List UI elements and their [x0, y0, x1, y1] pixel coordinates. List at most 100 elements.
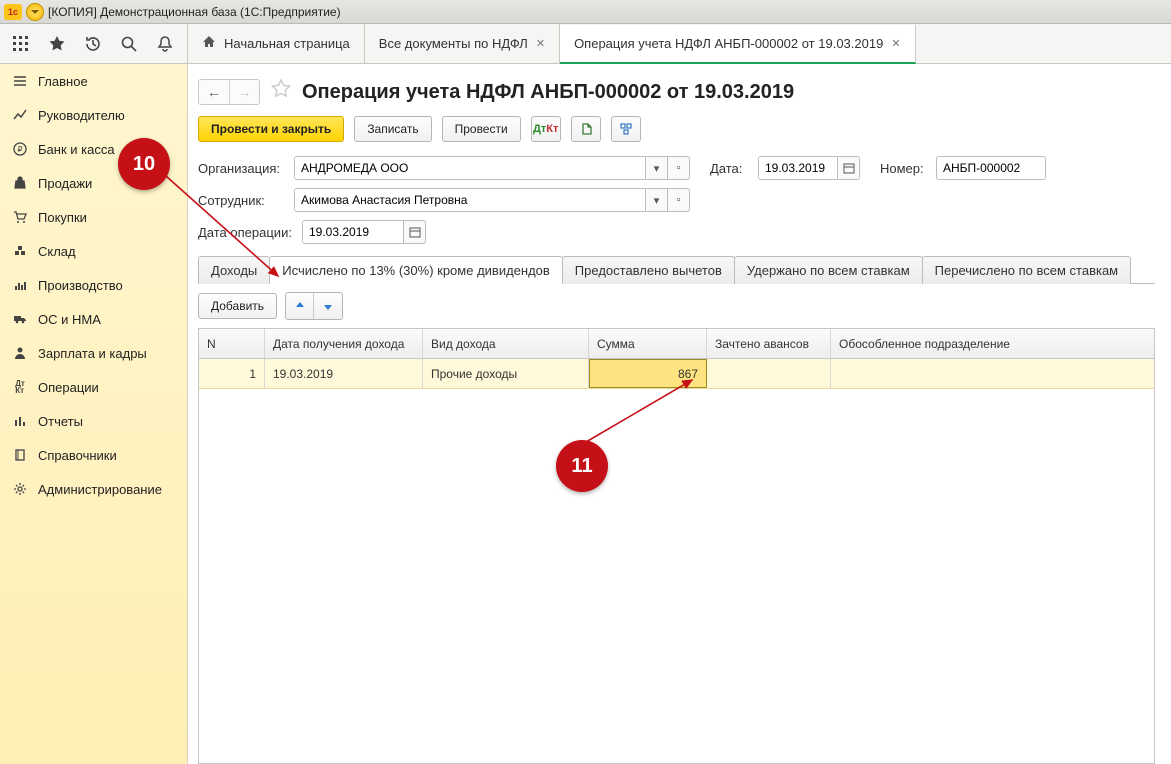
- open-ref-icon[interactable]: ▫: [668, 156, 690, 180]
- sidebar-item-reports[interactable]: Отчеты: [0, 404, 187, 438]
- document-title: Операция учета НДФЛ АНБП-000002 от 19.03…: [302, 81, 794, 104]
- apps-grid-icon[interactable]: [10, 33, 32, 55]
- bars-icon: [12, 413, 28, 429]
- row-organization: Организация: АНДРОМЕДА ООО ▾ ▫ Дата: 19.…: [188, 152, 1171, 184]
- sidebar-item-main[interactable]: Главное: [0, 64, 187, 98]
- document-tabs: Начальная страница Все документы по НДФЛ…: [188, 24, 1171, 63]
- sidebar-item-production[interactable]: Производство: [0, 268, 187, 302]
- cell-n[interactable]: 1: [199, 359, 265, 388]
- menu-lines-icon: [12, 73, 28, 89]
- person-icon: [12, 345, 28, 361]
- annotation-arrow-10: [162, 172, 292, 292]
- chart-up-icon: [12, 107, 28, 123]
- bell-icon[interactable]: [154, 33, 176, 55]
- row-employee: Сотрудник: Акимова Анастасия Петровна ▾ …: [188, 184, 1171, 216]
- col-sum[interactable]: Сумма: [589, 329, 707, 358]
- itab-transferred[interactable]: Перечислено по всем ставкам: [922, 256, 1131, 284]
- gear-icon: [12, 481, 28, 497]
- cell-date[interactable]: 19.03.2019: [265, 359, 423, 388]
- factory-icon: [12, 277, 28, 293]
- itab-deductions[interactable]: Предоставлено вычетов: [562, 256, 735, 284]
- window-title: [КОПИЯ] Демонстрационная база (1С:Предпр…: [48, 5, 341, 19]
- calendar-icon[interactable]: [404, 220, 426, 244]
- attach-button[interactable]: [571, 116, 601, 142]
- history-icon[interactable]: [82, 33, 104, 55]
- tab-all-docs-label: Все документы по НДФЛ: [379, 36, 528, 51]
- dtkt-button[interactable]: ДтКт: [531, 116, 561, 142]
- close-icon[interactable]: ✕: [891, 37, 900, 50]
- sidebar-label: Продажи: [38, 176, 92, 191]
- sidebar-label: Администрирование: [38, 482, 162, 497]
- nav-back-forward: ← →: [198, 79, 260, 105]
- col-dep[interactable]: Обособленное подразделение: [831, 329, 1154, 358]
- employee-input[interactable]: Акимова Анастасия Петровна: [294, 188, 646, 212]
- row-opdate: Дата операции: 19.03.2019: [188, 216, 1171, 248]
- svg-text:₽: ₽: [17, 145, 22, 154]
- tab-current-doc[interactable]: Операция учета НДФЛ АНБП-000002 от 19.03…: [560, 25, 915, 64]
- app-menu-dropdown-icon[interactable]: [26, 3, 44, 21]
- close-icon[interactable]: ✕: [536, 37, 545, 50]
- book-icon: [12, 447, 28, 463]
- dropdown-icon[interactable]: ▾: [646, 188, 668, 212]
- sidebar-label: Склад: [38, 244, 76, 259]
- itab-calc13[interactable]: Исчислено по 13% (30%) кроме дивидендов: [269, 256, 563, 284]
- search-icon[interactable]: [118, 33, 140, 55]
- sidebar-label: Банк и касса: [38, 142, 115, 157]
- calendar-icon[interactable]: [838, 156, 860, 180]
- dtkt-icon: ДтКт: [12, 379, 28, 395]
- sidebar-label: Зарплата и кадры: [38, 346, 147, 361]
- sidebar-item-hr[interactable]: Зарплата и кадры: [0, 336, 187, 370]
- sidebar-label: Производство: [38, 278, 123, 293]
- sidebar-label: Операции: [38, 380, 99, 395]
- number-input[interactable]: АНБП-000002: [936, 156, 1046, 180]
- opdate-input[interactable]: 19.03.2019: [302, 220, 404, 244]
- itab-withheld[interactable]: Удержано по всем ставкам: [734, 256, 923, 284]
- document-actions: Провести и закрыть Записать Провести ДтК…: [188, 116, 1171, 152]
- date-input[interactable]: 19.03.2019: [758, 156, 838, 180]
- favorite-star-icon[interactable]: [270, 78, 292, 106]
- tab-home[interactable]: Начальная страница: [188, 24, 365, 63]
- write-button[interactable]: Записать: [354, 116, 431, 142]
- annotation-bubble-11: 11: [556, 440, 608, 492]
- toolbar-quick-actions: [0, 24, 188, 63]
- sidebar-item-admin[interactable]: Администрирование: [0, 472, 187, 506]
- post-and-close-button[interactable]: Провести и закрыть: [198, 116, 344, 142]
- sidebar-item-operations[interactable]: ДтКт Операции: [0, 370, 187, 404]
- tab-all-docs[interactable]: Все документы по НДФЛ ✕: [365, 24, 560, 63]
- sidebar-label: Отчеты: [38, 414, 83, 429]
- dropdown-icon[interactable]: ▾: [646, 156, 668, 180]
- titlebar: 1c [КОПИЯ] Демонстрационная база (1С:Пре…: [0, 0, 1171, 24]
- app-1c-icon: 1c: [4, 4, 22, 20]
- sidebar-item-warehouse[interactable]: Склад: [0, 234, 187, 268]
- move-up-button[interactable]: [286, 293, 314, 319]
- star-icon[interactable]: [46, 33, 68, 55]
- sidebar-label: ОС и НМА: [38, 312, 101, 327]
- sidebar-item-manager[interactable]: Руководителю: [0, 98, 187, 132]
- sidebar-item-assets[interactable]: ОС и НМА: [0, 302, 187, 336]
- cell-avans[interactable]: [707, 359, 831, 388]
- sidebar-item-refs[interactable]: Справочники: [0, 438, 187, 472]
- col-avans[interactable]: Зачтено авансов: [707, 329, 831, 358]
- add-row-button[interactable]: Добавить: [198, 293, 277, 319]
- structure-button[interactable]: [611, 116, 641, 142]
- col-type[interactable]: Вид дохода: [423, 329, 589, 358]
- document-header: ← → Операция учета НДФЛ АНБП-000002 от 1…: [188, 64, 1171, 116]
- col-date[interactable]: Дата получения дохода: [265, 329, 423, 358]
- sidebar-item-purchases[interactable]: Покупки: [0, 200, 187, 234]
- open-ref-icon[interactable]: ▫: [668, 188, 690, 212]
- truck-icon: [12, 311, 28, 327]
- org-input[interactable]: АНДРОМЕДА ООО: [294, 156, 646, 180]
- forward-button[interactable]: →: [229, 80, 259, 104]
- grid-toolbar: Добавить: [188, 284, 1171, 328]
- col-n[interactable]: N: [199, 329, 265, 358]
- date-label: Дата:: [710, 161, 750, 176]
- move-down-button[interactable]: [314, 293, 342, 319]
- cell-dep[interactable]: [831, 359, 1154, 388]
- cell-type[interactable]: Прочие доходы: [423, 359, 589, 388]
- tab-current-doc-label: Операция учета НДФЛ АНБП-000002 от 19.03…: [574, 36, 883, 51]
- main-toolbar: Начальная страница Все документы по НДФЛ…: [0, 24, 1171, 64]
- back-button[interactable]: ←: [199, 80, 229, 104]
- sidebar-label: Покупки: [38, 210, 87, 225]
- grid-header-row: N Дата получения дохода Вид дохода Сумма…: [199, 329, 1154, 359]
- post-button[interactable]: Провести: [442, 116, 521, 142]
